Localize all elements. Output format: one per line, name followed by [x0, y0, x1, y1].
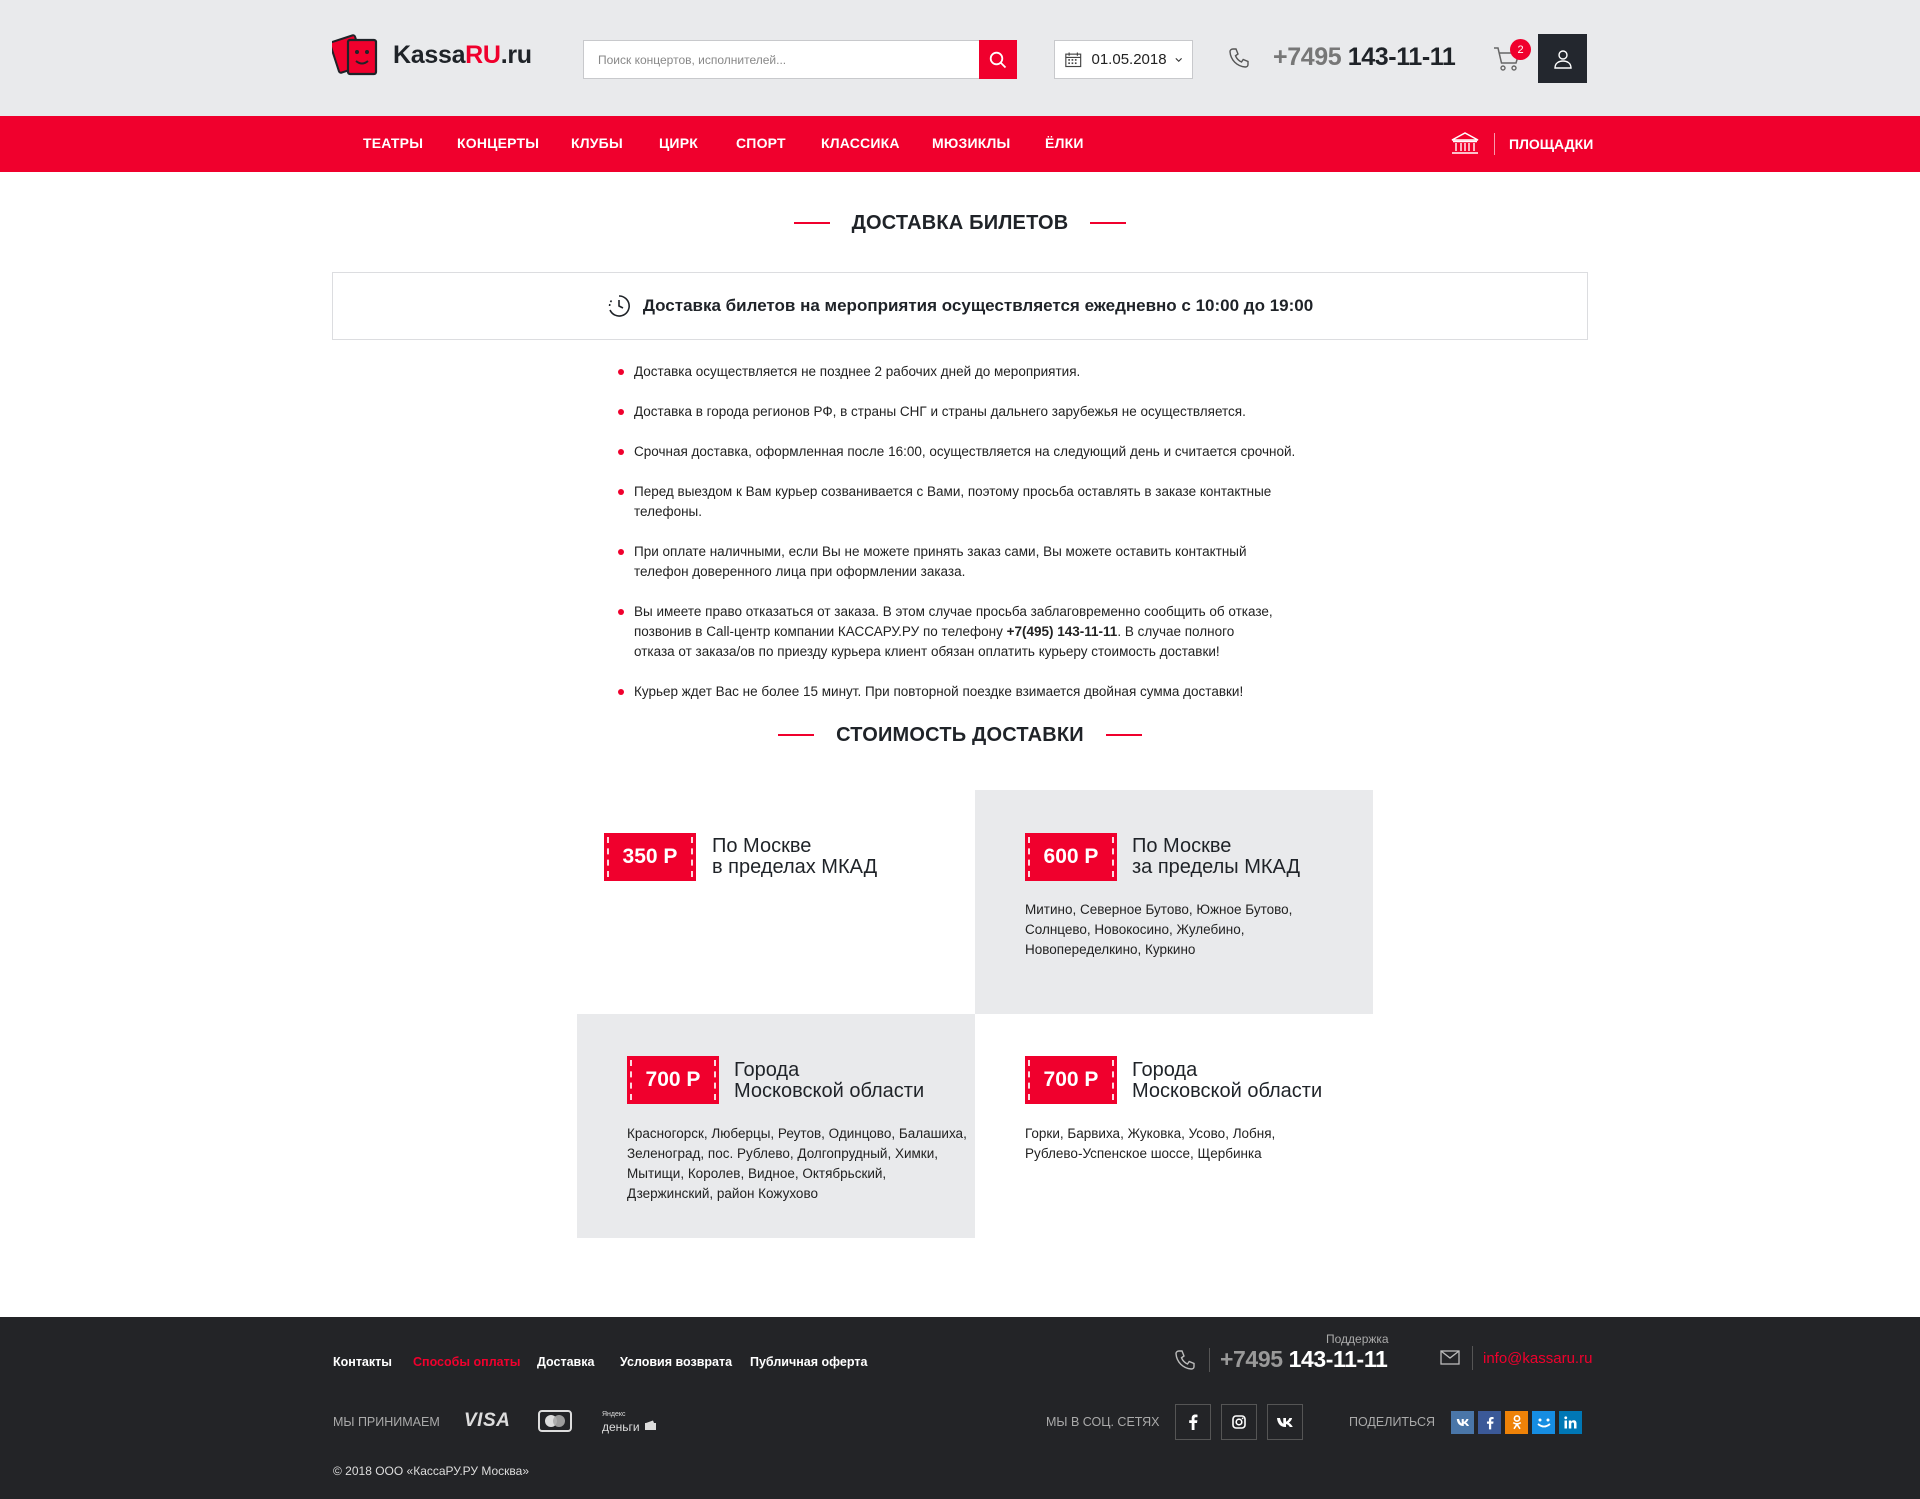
linkedin-icon[interactable] [1559, 1411, 1582, 1434]
price-zone-region-b: 700 Р Города Московской области Горки, Ба… [975, 1014, 1373, 1238]
nav-item-circus[interactable]: ЦИРК [659, 135, 698, 151]
mastercard-icon [538, 1410, 572, 1432]
odnoklassniki-icon[interactable] [1505, 1411, 1528, 1434]
venues-label: ПЛОЩАДКИ [1509, 136, 1594, 152]
nav-item-clubs[interactable]: КЛУБЫ [571, 135, 623, 151]
mail-icon [1440, 1350, 1460, 1365]
date-value: 01.05.2018 [1091, 51, 1167, 68]
copyright: © 2018 ООО «КассаРУ.РУ Москва» [333, 1464, 529, 1478]
cart-button[interactable]: 2 [1476, 34, 1538, 83]
venues-divider [1494, 133, 1495, 155]
rule-item: Вы имеете право отказаться от заказа. В … [618, 602, 1278, 662]
chevron-down-icon [1174, 57, 1182, 62]
price-tag: 700 Р [1025, 1056, 1117, 1104]
price-tag: 350 Р [604, 833, 696, 881]
facebook-icon[interactable] [1175, 1404, 1211, 1440]
phone-icon [1229, 48, 1249, 68]
delivery-rules-list: Доставка осуществляется не позднее 2 раб… [618, 362, 1318, 722]
delivery-hours-text: Доставка билетов на мероприятия осуществ… [642, 296, 1314, 315]
delivery-price-grid: 350 Р По Москве в пределах МКАД 600 Р По … [577, 790, 1373, 1238]
payment-label: МЫ ПРИНИМАЕМ [333, 1415, 440, 1429]
heading-line-right [1090, 222, 1127, 224]
visa-logo: VISA [464, 1410, 511, 1431]
share-label: ПОДЕЛИТЬСЯ [1349, 1415, 1436, 1429]
footer-link-delivery[interactable]: Доставка [537, 1355, 594, 1369]
heading-line-right [1105, 734, 1142, 736]
nav-item-theatres[interactable]: ТЕАТРЫ [363, 135, 423, 151]
header-phone[interactable]: +7495 143-11-11 [1273, 43, 1456, 72]
nav-item-sport[interactable]: СПОРТ [736, 135, 786, 151]
heading-line-left [793, 222, 830, 224]
search-bar [583, 40, 1017, 79]
footer-link-offer[interactable]: Публичная оферта [750, 1355, 867, 1369]
zone-title: По Москве за пределы МКАД [1132, 835, 1301, 878]
rule-item: Курьер ждет Вас не более 15 минут. При п… [618, 682, 1318, 702]
zone-title: По Москве в пределах МКАД [712, 835, 878, 878]
site-header: KassaRU.ru 01.05.2018 +7495 143-11-11 2 [0, 0, 1920, 116]
delivery-heading: ДОСТАВКА БИЛЕТОВ [0, 211, 1920, 235]
cart-count-badge: 2 [1510, 39, 1531, 60]
site-logo[interactable]: KassaRU.ru [329, 32, 532, 78]
account-button[interactable] [1538, 34, 1587, 83]
nav-item-concerts[interactable]: КОНЦЕРТЫ [457, 135, 539, 151]
wallet-icon [645, 1420, 657, 1430]
delivery-title: ДОСТАВКА БИЛЕТОВ [851, 211, 1069, 234]
logo-tickets-icon [329, 32, 384, 78]
rule-item: Доставка в города регионов РФ, в страны … [618, 402, 1318, 422]
zone-places: Митино, Северное Бутово, Южное Бутово, С… [1025, 902, 1293, 957]
footer-link-contacts[interactable]: Контакты [333, 1355, 392, 1369]
rule-item: Доставка осуществляется не позднее 2 раб… [618, 362, 1318, 382]
price-tag: 600 Р [1025, 833, 1117, 881]
call-center-phone[interactable]: +7(495) 143-11-11 [1007, 624, 1118, 639]
footer-phone[interactable]: +7495 143-11-11 [1220, 1346, 1388, 1373]
date-picker[interactable]: 01.05.2018 [1054, 40, 1193, 79]
nav-item-classic[interactable]: КЛАССИКА [821, 135, 900, 151]
cost-heading: СТОИМОСТЬ ДОСТАВКИ [0, 723, 1920, 747]
cost-title: СТОИМОСТЬ ДОСТАВКИ [836, 723, 1084, 746]
footer-divider [1472, 1346, 1473, 1370]
zone-title: Города Московской области [734, 1059, 925, 1102]
nav-item-musicals[interactable]: МЮЗИКЛЫ [932, 135, 1010, 151]
price-zone-moscow-inside: 350 Р По Москве в пределах МКАД [577, 790, 975, 1014]
logo-text: KassaRU.ru [393, 40, 532, 69]
footer-link-returns[interactable]: Условия возврата [620, 1355, 732, 1369]
search-input[interactable] [583, 40, 979, 79]
venues-link[interactable]: ПЛОЩАДКИ [1450, 128, 1593, 160]
site-footer [0, 1317, 1920, 1499]
search-icon [989, 51, 1007, 68]
rule-item: Срочная доставка, оформленная после 16:0… [618, 442, 1318, 462]
footer-link-payment[interactable]: Способы оплаты [413, 1355, 520, 1369]
delivery-hours-notice: Доставка билетов на мероприятия осуществ… [332, 272, 1588, 340]
vk-icon[interactable] [1451, 1411, 1474, 1434]
rule-item: Перед выездом к Вам курьер созванивается… [618, 482, 1318, 522]
calendar-icon [1065, 52, 1082, 68]
building-icon [1451, 132, 1479, 154]
user-icon [1553, 49, 1572, 69]
rule-item: При оплате наличными, если Вы не можете … [618, 542, 1278, 582]
social-label: МЫ В СОЦ. СЕТЯХ [1046, 1415, 1160, 1429]
moimir-icon[interactable] [1532, 1411, 1555, 1434]
instagram-icon[interactable] [1221, 1404, 1257, 1440]
price-zone-region-a: 700 Р Города Московской области Красногор… [577, 1014, 975, 1238]
facebook-icon[interactable] [1478, 1411, 1501, 1434]
price-zone-moscow-outside: 600 Р По Москве за пределы МКАД Митино, С… [975, 790, 1373, 1014]
support-label: Поддержка [1326, 1332, 1389, 1346]
footer-divider [1209, 1348, 1210, 1372]
heading-line-left [778, 734, 815, 736]
yandex-money-logo: Яндекс деньги [602, 1409, 657, 1433]
zone-places: Красногорск, Люберцы, Реутов, Одинцово, … [627, 1126, 967, 1201]
zone-places: Горки, Барвиха, Жуковка, Усово, Лобня, Р… [1025, 1126, 1276, 1161]
nav-item-new-year[interactable]: ЁЛКИ [1045, 135, 1084, 151]
zone-title: Города Московской области [1132, 1059, 1323, 1102]
search-button[interactable] [979, 40, 1017, 79]
clock-icon [608, 295, 630, 317]
vk-icon[interactable] [1267, 1404, 1303, 1440]
price-tag: 700 Р [627, 1056, 719, 1104]
phone-icon [1175, 1350, 1195, 1370]
footer-email[interactable]: info@kassaru.ru [1483, 1350, 1592, 1367]
main-nav: ТЕАТРЫ КОНЦЕРТЫ КЛУБЫ ЦИРК СПОРТ КЛАССИК… [0, 116, 1920, 172]
